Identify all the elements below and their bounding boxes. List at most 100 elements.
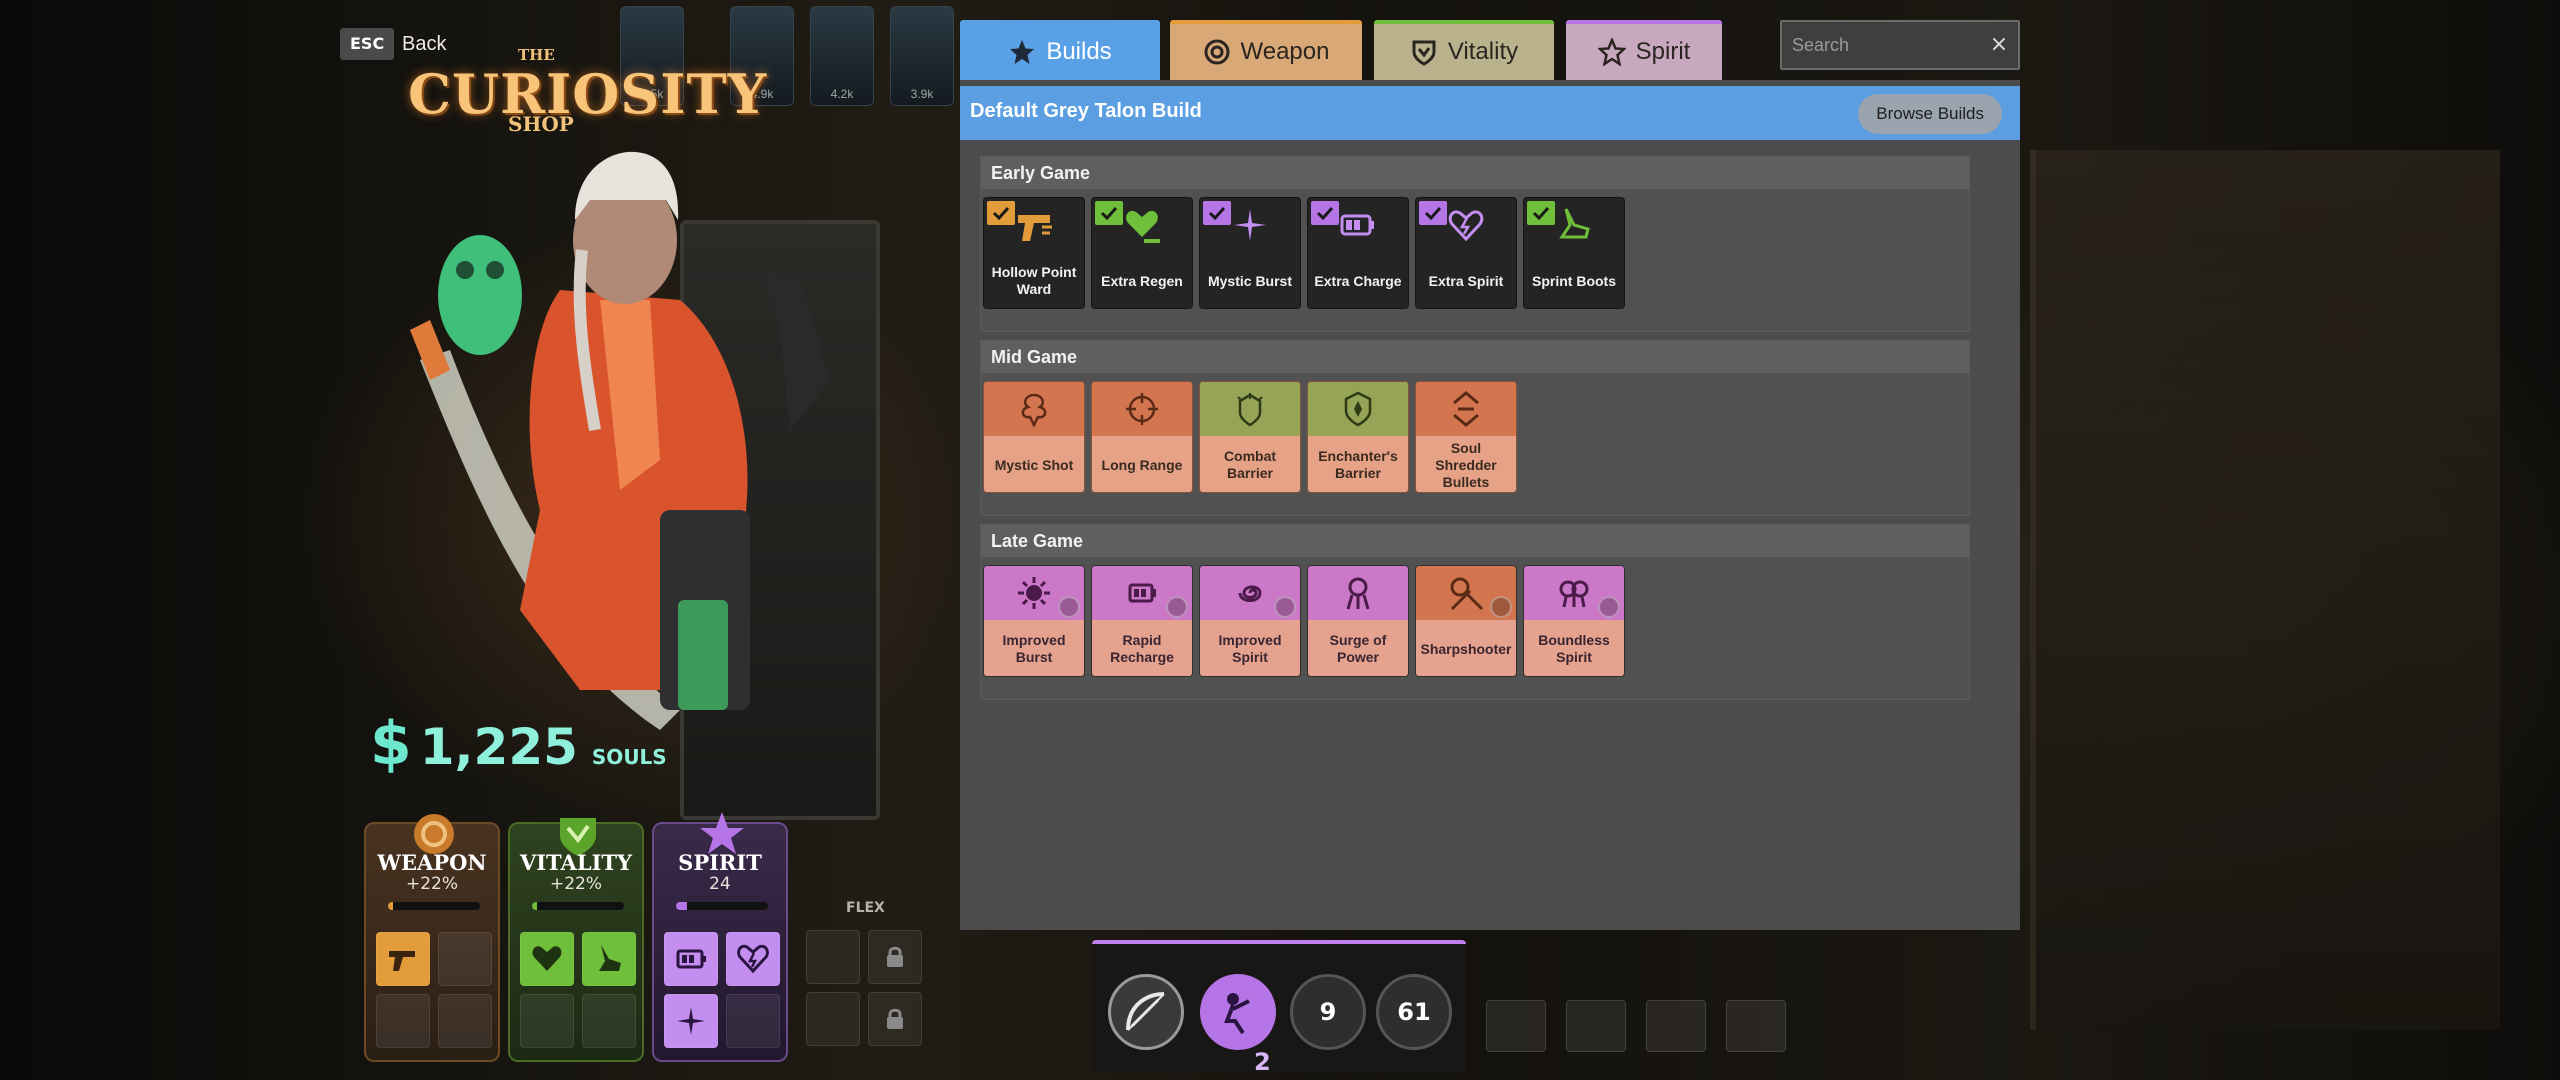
weapon-slot-empty[interactable] <box>376 994 430 1048</box>
item-card-extra-regen[interactable]: Extra Regen <box>1091 197 1193 309</box>
item-name: Sprint Boots <box>1532 272 1616 289</box>
heart-icon <box>1126 210 1160 243</box>
spirit-icon <box>1597 38 1626 66</box>
spirit-category-card[interactable]: SPIRIT 24 <box>652 812 788 1062</box>
archer-ability-icon <box>1224 993 1250 1035</box>
hero-portrait[interactable]: 3.9k <box>890 6 954 106</box>
ability-slot-2[interactable] <box>1200 974 1276 1050</box>
spirit-progress-bar <box>676 902 768 910</box>
weapon-progress-bar <box>388 902 480 910</box>
item-card-sprint-boots[interactable]: Sprint Boots <box>1523 197 1625 309</box>
weapon-item-slots <box>376 932 492 1048</box>
vitality-category-card[interactable]: VITALITY +22% <box>508 818 644 1062</box>
tab-weapon[interactable]: Weapon <box>1170 20 1362 80</box>
ability-slot-1[interactable] <box>1108 974 1184 1050</box>
weapon-slot-filled[interactable] <box>376 932 430 986</box>
item-name: Boundless Spirit <box>1524 620 1624 676</box>
search-box: × <box>1780 20 2020 70</box>
early-game-items: Hollow Point Ward Extra Regen Mystic Bur… <box>983 197 1625 309</box>
esc-back-button[interactable]: ESC <box>340 28 395 60</box>
item-card-enchanters-barrier[interactable]: Enchanter's Barrier <box>1307 381 1409 493</box>
item-card-boundless-spirit[interactable]: Boundless Spirit <box>1523 565 1625 677</box>
owned-check-icon <box>987 201 1015 225</box>
item-name: Mystic Burst <box>1207 272 1293 289</box>
spirit-slot-filled[interactable] <box>664 932 718 986</box>
build-title: Default Grey Talon Build <box>970 100 1202 122</box>
tab-vitality-label: Vitality <box>1447 38 1519 65</box>
item-card-hollow-point-ward[interactable]: Hollow Point Ward <box>983 197 1085 309</box>
bow-ability-icon <box>1126 992 1165 1031</box>
tab-vitality[interactable]: Vitality <box>1374 20 1554 80</box>
item-card-mystic-burst[interactable]: Mystic Burst <box>1199 197 1301 309</box>
late-game-section: Late Game Improved Burst Rapid Recharge … <box>980 524 1970 700</box>
item-name: Improved Spirit <box>1200 620 1300 676</box>
boots-icon <box>599 945 621 971</box>
hero-character-model <box>410 151 830 730</box>
spirit-category-title: SPIRIT <box>678 850 762 875</box>
pistol-icon <box>1018 215 1052 241</box>
search-clear-button[interactable]: × <box>1988 32 2010 58</box>
vitality-category-bonus: +22% <box>549 874 603 894</box>
spirit-slot-empty[interactable] <box>726 994 780 1048</box>
late-game-items: Improved Burst Rapid Recharge Improved S… <box>983 565 1625 677</box>
item-card-long-range[interactable]: Long Range <box>1091 381 1193 493</box>
vitality-item-slots <box>520 932 636 1048</box>
owned-check-icon <box>1311 201 1339 225</box>
souls-value: 1,225 <box>419 718 578 776</box>
crosshair-icon <box>1126 393 1158 425</box>
item-card-improved-spirit[interactable]: Improved Spirit <box>1199 565 1301 677</box>
surge-icon <box>1346 577 1370 610</box>
flex-slot-empty[interactable] <box>806 992 860 1046</box>
item-card-extra-spirit[interactable]: Extra Spirit <box>1415 197 1517 309</box>
browse-builds-button[interactable]: Browse Builds <box>1858 94 2002 134</box>
active-item-slot[interactable] <box>1726 1000 1786 1052</box>
ability-ammo: 61 <box>1397 998 1431 1026</box>
mid-game-items: Mystic Shot Long Range Combat Barrier En… <box>983 381 1517 493</box>
item-card-extra-charge[interactable]: Extra Charge <box>1307 197 1409 309</box>
spirit-slot-filled[interactable] <box>726 932 780 986</box>
item-card-combat-barrier[interactable]: Combat Barrier <box>1199 381 1301 493</box>
weapon-slot-empty[interactable] <box>438 994 492 1048</box>
component-upgrade-badge <box>1490 596 1512 618</box>
item-card-rapid-recharge[interactable]: Rapid Recharge <box>1091 565 1193 677</box>
active-item-slot[interactable] <box>1486 1000 1546 1052</box>
build-header: Default Grey Talon Build Browse Builds <box>960 86 2020 140</box>
active-item-slot[interactable] <box>1646 1000 1706 1052</box>
shop-logo-name: CURIOSITY <box>408 62 768 126</box>
ability-slot-4[interactable]: 61 <box>1376 974 1452 1050</box>
souls-label: SOULS <box>591 745 667 769</box>
ability-slot-3[interactable]: 9 <box>1290 974 1366 1050</box>
active-item-slot[interactable] <box>1566 1000 1626 1052</box>
item-name: Rapid Recharge <box>1092 620 1192 676</box>
flex-slot-empty[interactable] <box>806 930 860 984</box>
item-card-sharpshooter[interactable]: Sharpshooter <box>1415 565 1517 677</box>
tab-spirit-label: Spirit <box>1635 38 1691 65</box>
item-card-soul-shredder-bullets[interactable]: Soul Shredder Bullets <box>1415 381 1517 493</box>
weapon-slot-empty[interactable] <box>438 932 492 986</box>
item-card-mystic-shot[interactable]: Mystic Shot <box>983 381 1085 493</box>
ability-charges: 9 <box>1319 998 1337 1026</box>
section-title: Mid Game <box>981 341 1969 373</box>
flex-slot-locked[interactable] <box>868 930 922 984</box>
spirit-slot-filled[interactable] <box>664 994 718 1048</box>
item-name: Soul Shredder Bullets <box>1416 436 1516 492</box>
vitality-slot-filled[interactable] <box>582 932 636 986</box>
recharge-icon <box>1128 583 1156 603</box>
hero-portrait[interactable]: 4.2k <box>810 6 874 106</box>
item-card-improved-burst[interactable]: Improved Burst <box>983 565 1085 677</box>
pistol-icon <box>389 951 415 971</box>
flex-slots-label: FLEX <box>846 900 885 916</box>
item-name: Long Range <box>1092 436 1192 492</box>
item-card-surge-of-power[interactable]: Surge of Power <box>1307 565 1409 677</box>
improved-burst-icon <box>1018 577 1050 609</box>
vitality-slot-filled[interactable] <box>520 932 574 986</box>
search-input[interactable] <box>1792 22 1988 68</box>
sharpshooter-icon <box>1450 577 1484 611</box>
flex-slot-locked[interactable] <box>868 992 922 1046</box>
weapon-category-title: WEAPON <box>377 850 487 875</box>
tab-spirit[interactable]: Spirit <box>1566 20 1722 80</box>
weapon-category-card[interactable]: WEAPON +22% <box>364 814 500 1062</box>
tab-builds[interactable]: Builds <box>960 20 1160 80</box>
vitality-slot-empty[interactable] <box>520 994 574 1048</box>
vitality-slot-empty[interactable] <box>582 994 636 1048</box>
